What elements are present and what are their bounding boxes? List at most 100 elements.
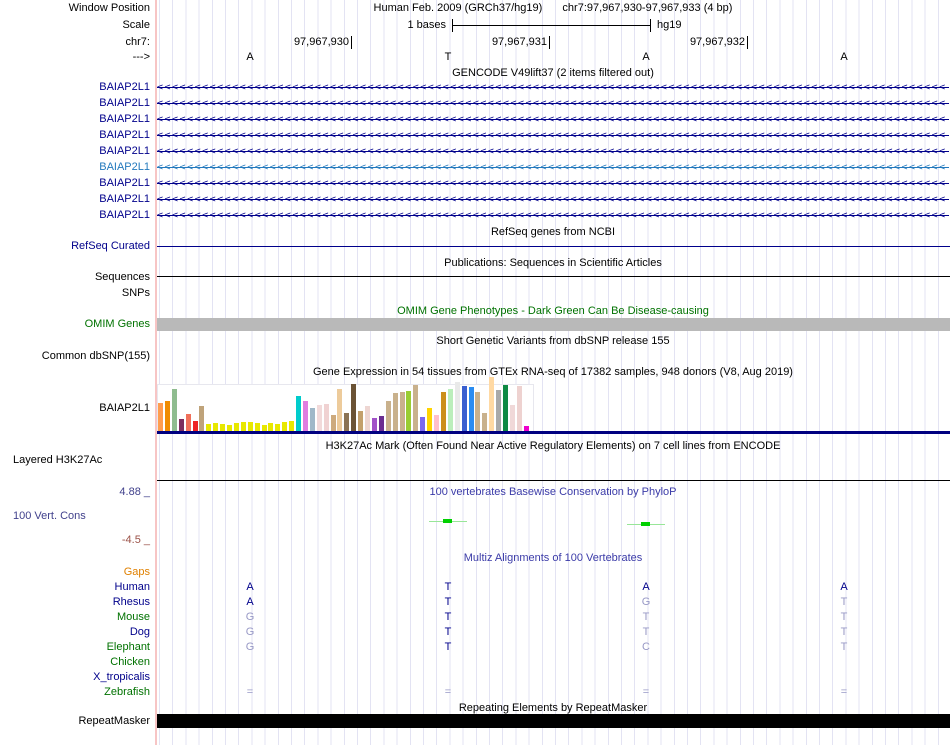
- gene-label[interactable]: BAIAP2L1: [0, 177, 150, 190]
- gtex-tissue-bar: [316, 405, 322, 431]
- gene-exon-arrows[interactable]: <<<<<<<<<<<<<<<<<<<<<<<<<<<<<<<<<<<<<<<<…: [157, 145, 949, 158]
- scale-bar: [452, 25, 650, 26]
- sequences-item[interactable]: [157, 276, 950, 277]
- alignment-base: C: [642, 641, 650, 653]
- gtex-tissue-bar: [503, 385, 508, 431]
- gtex-tissue-bar: [330, 415, 336, 431]
- omim-track-title[interactable]: OMIM Gene Phenotypes - Dark Green Can Be…: [157, 305, 949, 318]
- gene-exon-arrows[interactable]: <<<<<<<<<<<<<<<<<<<<<<<<<<<<<<<<<<<<<<<<…: [157, 177, 949, 190]
- phylop-label[interactable]: 100 Vert. Cons: [13, 510, 86, 523]
- alignment-base: G: [245, 611, 255, 623]
- gencode-track-title[interactable]: GENCODE V49lift37 (2 items filtered out): [157, 67, 949, 80]
- gtex-tissue-bar: [365, 406, 370, 431]
- species-label[interactable]: Chicken: [0, 656, 150, 669]
- h3k27ac-track-title[interactable]: H3K27Ac Mark (Often Found Near Active Re…: [157, 440, 949, 453]
- gene-label[interactable]: BAIAP2L1: [0, 113, 150, 126]
- gencode-gene-row[interactable]: BAIAP2L1 <<<<<<<<<<<<<<<<<<<<<<<<<<<<<<<<…: [0, 129, 950, 142]
- gencode-gene-row[interactable]: BAIAP2L1 <<<<<<<<<<<<<<<<<<<<<<<<<<<<<<<<…: [0, 193, 950, 206]
- position-label: 97,967,931: [491, 36, 547, 48]
- alignment-base: =: [642, 686, 650, 698]
- window-position-label: Window Position: [68, 2, 150, 14]
- chrom-label: chr7:: [125, 36, 150, 48]
- common-dbsnp-label[interactable]: Common dbSNP(155): [0, 350, 150, 363]
- alignment-base: T: [444, 581, 452, 593]
- gtex-tissue-bar: [351, 384, 357, 431]
- gtex-tissue-bar: [358, 411, 364, 431]
- species-label[interactable]: X_tropicalis: [0, 671, 150, 684]
- alignment-base: T: [444, 611, 452, 623]
- omim-gene-item[interactable]: [157, 318, 950, 331]
- gtex-tissue-bar: [461, 386, 467, 431]
- gene-exon-arrows[interactable]: <<<<<<<<<<<<<<<<<<<<<<<<<<<<<<<<<<<<<<<<…: [157, 193, 949, 206]
- gtex-gene-label[interactable]: BAIAP2L1: [0, 402, 150, 415]
- gencode-gene-row[interactable]: BAIAP2L1 <<<<<<<<<<<<<<<<<<<<<<<<<<<<<<<<…: [0, 145, 950, 158]
- h3k27ac-label[interactable]: Layered H3K27Ac: [13, 454, 102, 467]
- alignment-base: T: [444, 596, 452, 608]
- gencode-gene-row[interactable]: BAIAP2L1 <<<<<<<<<<<<<<<<<<<<<<<<<<<<<<<<…: [0, 81, 950, 94]
- gencode-gene-row[interactable]: BAIAP2L1 <<<<<<<<<<<<<<<<<<<<<<<<<<<<<<<<…: [0, 161, 950, 174]
- gene-label[interactable]: BAIAP2L1: [0, 209, 150, 222]
- gencode-gene-row[interactable]: BAIAP2L1 <<<<<<<<<<<<<<<<<<<<<<<<<<<<<<<<…: [0, 97, 950, 110]
- gtex-tissue-bar: [240, 422, 246, 431]
- gtex-tissue-bar: [385, 401, 391, 431]
- gene-exon-arrows[interactable]: <<<<<<<<<<<<<<<<<<<<<<<<<<<<<<<<<<<<<<<<…: [157, 113, 949, 126]
- gtex-tissue-bar: [440, 392, 446, 431]
- gene-label[interactable]: BAIAP2L1: [0, 193, 150, 206]
- phylop-max-value: 4.88 _: [119, 486, 150, 498]
- species-label[interactable]: Mouse: [0, 611, 150, 624]
- gtex-tissue-bar: [282, 422, 288, 431]
- gtex-tissue-bar: [275, 424, 281, 431]
- omim-genes-label[interactable]: OMIM Genes: [0, 318, 150, 331]
- phylop-track-title[interactable]: 100 vertebrates Basewise Conservation by…: [157, 486, 949, 499]
- gtex-tissue-bar: [475, 392, 481, 431]
- dbsnp-track-title[interactable]: Short Genetic Variants from dbSNP releas…: [157, 335, 949, 348]
- refseq-curated-label[interactable]: RefSeq Curated: [0, 240, 150, 253]
- gtex-tissue-bar: [413, 385, 419, 431]
- position-label: 97,967,930: [293, 36, 349, 48]
- alignment-base: G: [245, 641, 255, 653]
- alignment-base: T: [642, 611, 650, 623]
- sequences-label[interactable]: Sequences: [0, 271, 150, 284]
- gene-label[interactable]: BAIAP2L1: [0, 145, 150, 158]
- gene-exon-arrows[interactable]: <<<<<<<<<<<<<<<<<<<<<<<<<<<<<<<<<<<<<<<<…: [157, 97, 949, 110]
- alignment-base: T: [840, 641, 848, 653]
- publications-track-title[interactable]: Publications: Sequences in Scientific Ar…: [157, 257, 949, 270]
- gene-exon-arrows[interactable]: <<<<<<<<<<<<<<<<<<<<<<<<<<<<<<<<<<<<<<<<…: [157, 81, 949, 94]
- gene-exon-arrows[interactable]: <<<<<<<<<<<<<<<<<<<<<<<<<<<<<<<<<<<<<<<<…: [157, 129, 949, 142]
- gtex-tissue-bar: [289, 421, 295, 431]
- gtex-tissue-bar: [496, 390, 502, 431]
- gencode-gene-row[interactable]: BAIAP2L1 <<<<<<<<<<<<<<<<<<<<<<<<<<<<<<<<…: [0, 209, 950, 222]
- gtex-tissue-bar: [447, 389, 453, 431]
- gene-label[interactable]: BAIAP2L1: [0, 81, 150, 94]
- repeatmasker-label[interactable]: RepeatMasker: [0, 715, 150, 728]
- h3k27ac-baseline: [157, 480, 950, 481]
- gencode-gene-row[interactable]: BAIAP2L1 <<<<<<<<<<<<<<<<<<<<<<<<<<<<<<<<…: [0, 113, 950, 126]
- refseq-gene-item[interactable]: [157, 246, 950, 247]
- species-label[interactable]: Human: [0, 581, 150, 594]
- gene-exon-arrows[interactable]: <<<<<<<<<<<<<<<<<<<<<<<<<<<<<<<<<<<<<<<<…: [157, 209, 949, 222]
- species-label[interactable]: Dog: [0, 626, 150, 639]
- gene-label[interactable]: BAIAP2L1: [0, 129, 150, 142]
- refseq-track-title[interactable]: RefSeq genes from NCBI: [157, 226, 949, 239]
- alignment-base: G: [641, 596, 651, 608]
- alignment-base: T: [642, 626, 650, 638]
- gtex-tissue-bar: [427, 408, 433, 431]
- alignment-base: T: [444, 626, 452, 638]
- gene-label[interactable]: BAIAP2L1: [0, 97, 150, 110]
- gtex-track-title[interactable]: Gene Expression in 54 tissues from GTEx …: [157, 366, 949, 379]
- species-label[interactable]: Elephant: [0, 641, 150, 654]
- species-label[interactable]: Rhesus: [0, 596, 150, 609]
- gene-exon-arrows[interactable]: <<<<<<<<<<<<<<<<<<<<<<<<<<<<<<<<<<<<<<<<…: [157, 161, 949, 174]
- gtex-tissue-bar: [247, 422, 253, 431]
- gene-label[interactable]: BAIAP2L1: [0, 161, 150, 174]
- conservation-mark: [443, 519, 452, 523]
- alignment-base: A: [246, 596, 254, 608]
- snps-label[interactable]: SNPs: [0, 287, 150, 300]
- scale-genome: hg19: [657, 19, 682, 31]
- multiz-track-title[interactable]: Multiz Alignments of 100 Vertebrates: [157, 552, 949, 565]
- species-label[interactable]: Gaps: [0, 566, 150, 579]
- gtex-tissue-bar: [199, 406, 205, 431]
- species-label[interactable]: Zebrafish: [0, 686, 150, 699]
- repeatmasker-item[interactable]: [157, 714, 950, 728]
- gencode-gene-row[interactable]: BAIAP2L1 <<<<<<<<<<<<<<<<<<<<<<<<<<<<<<<<…: [0, 177, 950, 190]
